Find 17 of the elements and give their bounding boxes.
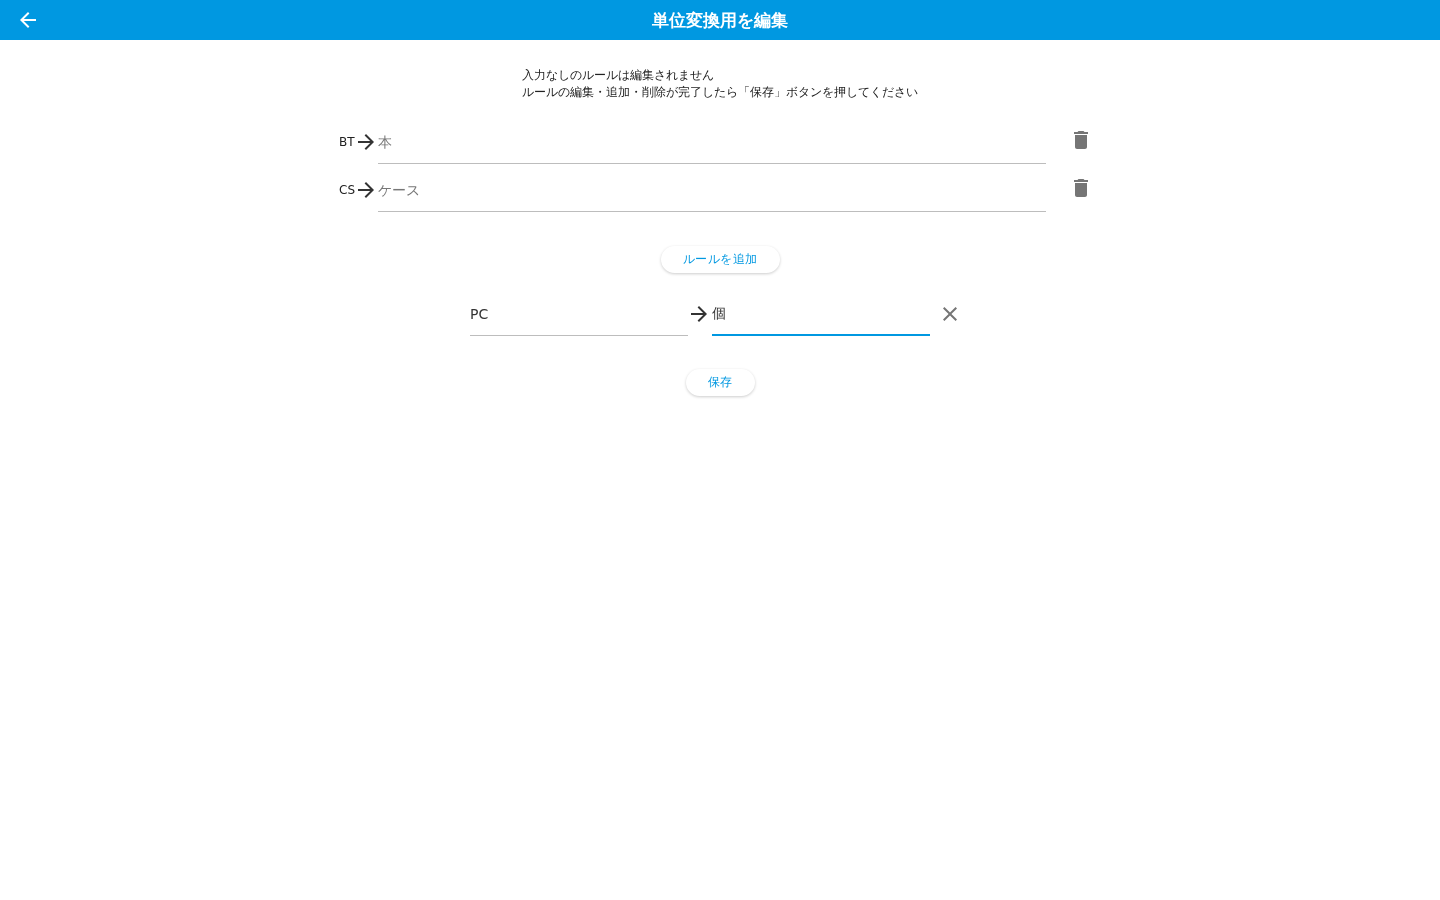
text-field[interactable]: ケース [378, 172, 1046, 212]
text-field[interactable]: PC [470, 296, 688, 336]
close-icon [943, 307, 957, 321]
arrow-left-icon [20, 12, 36, 28]
arrow-right-icon [358, 182, 374, 198]
arrow-right-icon [357, 134, 374, 150]
arrow-right-icon [691, 306, 707, 322]
unit-code: CS [339, 182, 355, 199]
instruction-text: ルールの編集・追加・削除が完了したら「保存」ボタンを押してください [522, 84, 918, 101]
back-button[interactable] [20, 12, 36, 28]
unit-code: BT [339, 134, 355, 151]
trash-icon [1074, 179, 1088, 197]
text-field[interactable]: 個 [712, 296, 930, 336]
text-field[interactable]: 本 [377, 124, 1046, 164]
page-title: 単位変換用を編集 [652, 10, 788, 30]
instruction-text: 入力なしのルールは編集されません [522, 67, 715, 84]
trash-icon [1074, 131, 1088, 149]
